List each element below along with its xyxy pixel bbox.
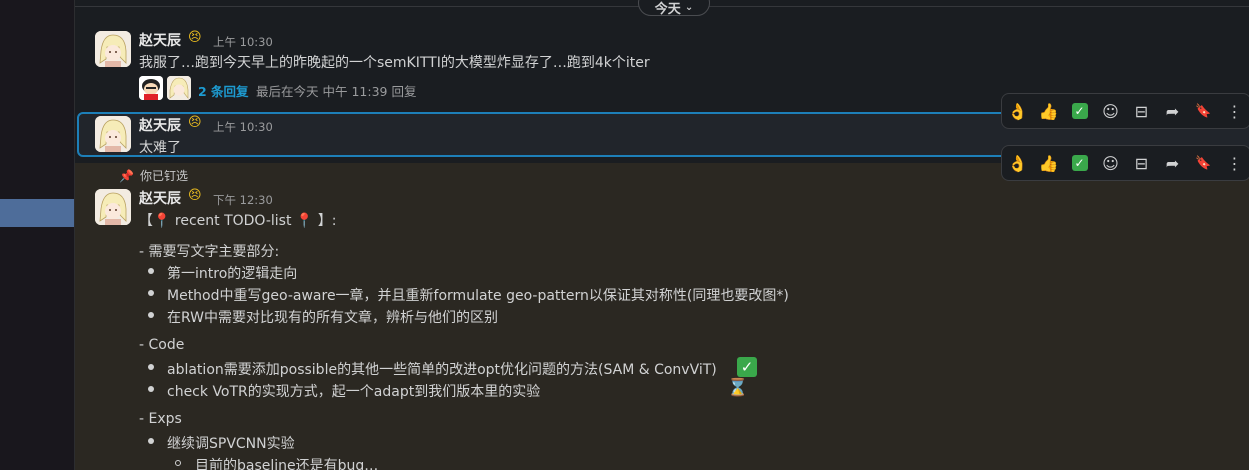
date-divider-button[interactable]: 今天 ⌄: [638, 0, 710, 17]
more-icon[interactable]: ⋮: [1219, 146, 1249, 180]
forward-icon[interactable]: ➦: [1157, 146, 1188, 180]
bullet: [148, 438, 154, 444]
list-item: Method中重写geo-aware一章，并且重新formulate geo-p…: [167, 288, 789, 304]
message-time[interactable]: 上午 10:30: [213, 119, 273, 135]
list-item: check VoTR的实现方式，起一个adapt到我们版本里的实验: [167, 384, 541, 400]
title-text: recent TODO-list: [170, 213, 296, 229]
message-author[interactable]: 赵天辰: [139, 30, 181, 50]
message-text: 我服了…跑到今天早上的昨晚起的一个semKITTI的大模型炸显存了…跑到4k个i…: [139, 55, 650, 71]
bullet: [148, 268, 154, 274]
participant-avatar: [139, 76, 163, 100]
thread-reply-count-link[interactable]: 2 条回复: [198, 81, 249, 100]
add-reaction-icon[interactable]: ☺: [1095, 146, 1126, 180]
list-item: 第一intro的逻辑走向: [167, 266, 298, 282]
section-heading: - Code: [139, 337, 185, 353]
add-reaction-icon[interactable]: ☺: [1095, 94, 1126, 128]
avatar[interactable]: [95, 116, 131, 152]
persevering-face-icon: 😣: [188, 115, 202, 130]
message-author[interactable]: 赵天辰: [139, 115, 181, 135]
title-bracket-left: 【: [139, 213, 153, 229]
hourglass-icon: ⌛: [727, 378, 749, 398]
bullet: [148, 290, 154, 296]
bookmark-icon[interactable]: 🔖: [1188, 94, 1219, 128]
sidebar-active-item[interactable]: [0, 199, 74, 227]
check-mark-icon[interactable]: ✓: [1064, 94, 1095, 128]
todo-title: 【📍 recent TODO-list 📍 】:: [139, 210, 337, 230]
list-item: 在RW中需要对比现有的所有文章，辨析与他们的区别: [167, 310, 499, 326]
bullet: [148, 386, 154, 392]
round-pushpin-icon: 📍: [153, 213, 171, 229]
pinned-note: 📌 你已钉选: [119, 167, 188, 184]
sidebar: [0, 0, 75, 470]
reply-thread-icon[interactable]: ⊟: [1126, 94, 1157, 128]
list-item: 继续调SPVCNN实验: [167, 436, 295, 452]
persevering-face-icon: 😣: [188, 188, 202, 203]
message-time[interactable]: 下午 12:30: [213, 192, 273, 208]
participant-avatar: [167, 76, 191, 100]
bookmark-icon[interactable]: 🔖: [1188, 146, 1219, 180]
pin-icon: 📌: [119, 169, 134, 183]
pinned-note-label: 你已钉选: [139, 169, 188, 183]
thread-last-reply: 最后在今天 中午 11:39 回复: [256, 84, 417, 99]
title-bracket-right: 】:: [313, 213, 337, 229]
sub-list-item: 目前的baseline还是有bug…: [195, 458, 379, 470]
message-pane: 今天 ⌄ 赵天辰 😣 上午 10:30 我服了…跑到今天早上的昨晚起的一个sem…: [75, 0, 1249, 470]
forward-icon[interactable]: ➦: [1157, 94, 1188, 128]
avatar[interactable]: [95, 189, 131, 225]
thumbs-up-icon[interactable]: 👍: [1033, 146, 1064, 180]
list-item: ablation需要添加possible的其他一些简单的改进opt优化问题的方法…: [167, 362, 717, 378]
sub-bullet: [175, 460, 181, 466]
more-icon[interactable]: ⋮: [1219, 94, 1249, 128]
ok-hand-icon[interactable]: 👌: [1002, 94, 1033, 128]
message-author[interactable]: 赵天辰: [139, 188, 181, 208]
message-actions-toolbar: 👌 👍 ✓ ☺ ⊟ ➦ 🔖 ⋮: [1001, 93, 1249, 129]
ok-hand-icon[interactable]: 👌: [1002, 146, 1033, 180]
check-mark-icon: ✓: [737, 357, 757, 377]
bullet: [148, 312, 154, 318]
message-text: 太难了: [139, 140, 181, 156]
bullet: [148, 364, 154, 370]
message-actions-toolbar: 👌 👍 ✓ ☺ ⊟ ➦ 🔖 ⋮: [1001, 145, 1249, 181]
thread-participants[interactable]: [139, 76, 191, 100]
chevron-down-icon: ⌄: [684, 1, 694, 13]
date-label: 今天: [654, 1, 681, 17]
reply-thread-icon[interactable]: ⊟: [1126, 146, 1157, 180]
message-time[interactable]: 上午 10:30: [213, 34, 273, 50]
check-mark-icon[interactable]: ✓: [1064, 146, 1095, 180]
avatar[interactable]: [95, 31, 131, 67]
round-pushpin-icon: 📍: [295, 213, 314, 229]
section-heading: - Exps: [139, 411, 182, 427]
persevering-face-icon: 😣: [188, 30, 202, 45]
section-heading: - 需要写文字主要部分:: [139, 244, 280, 260]
thumbs-up-icon[interactable]: 👍: [1033, 94, 1064, 128]
